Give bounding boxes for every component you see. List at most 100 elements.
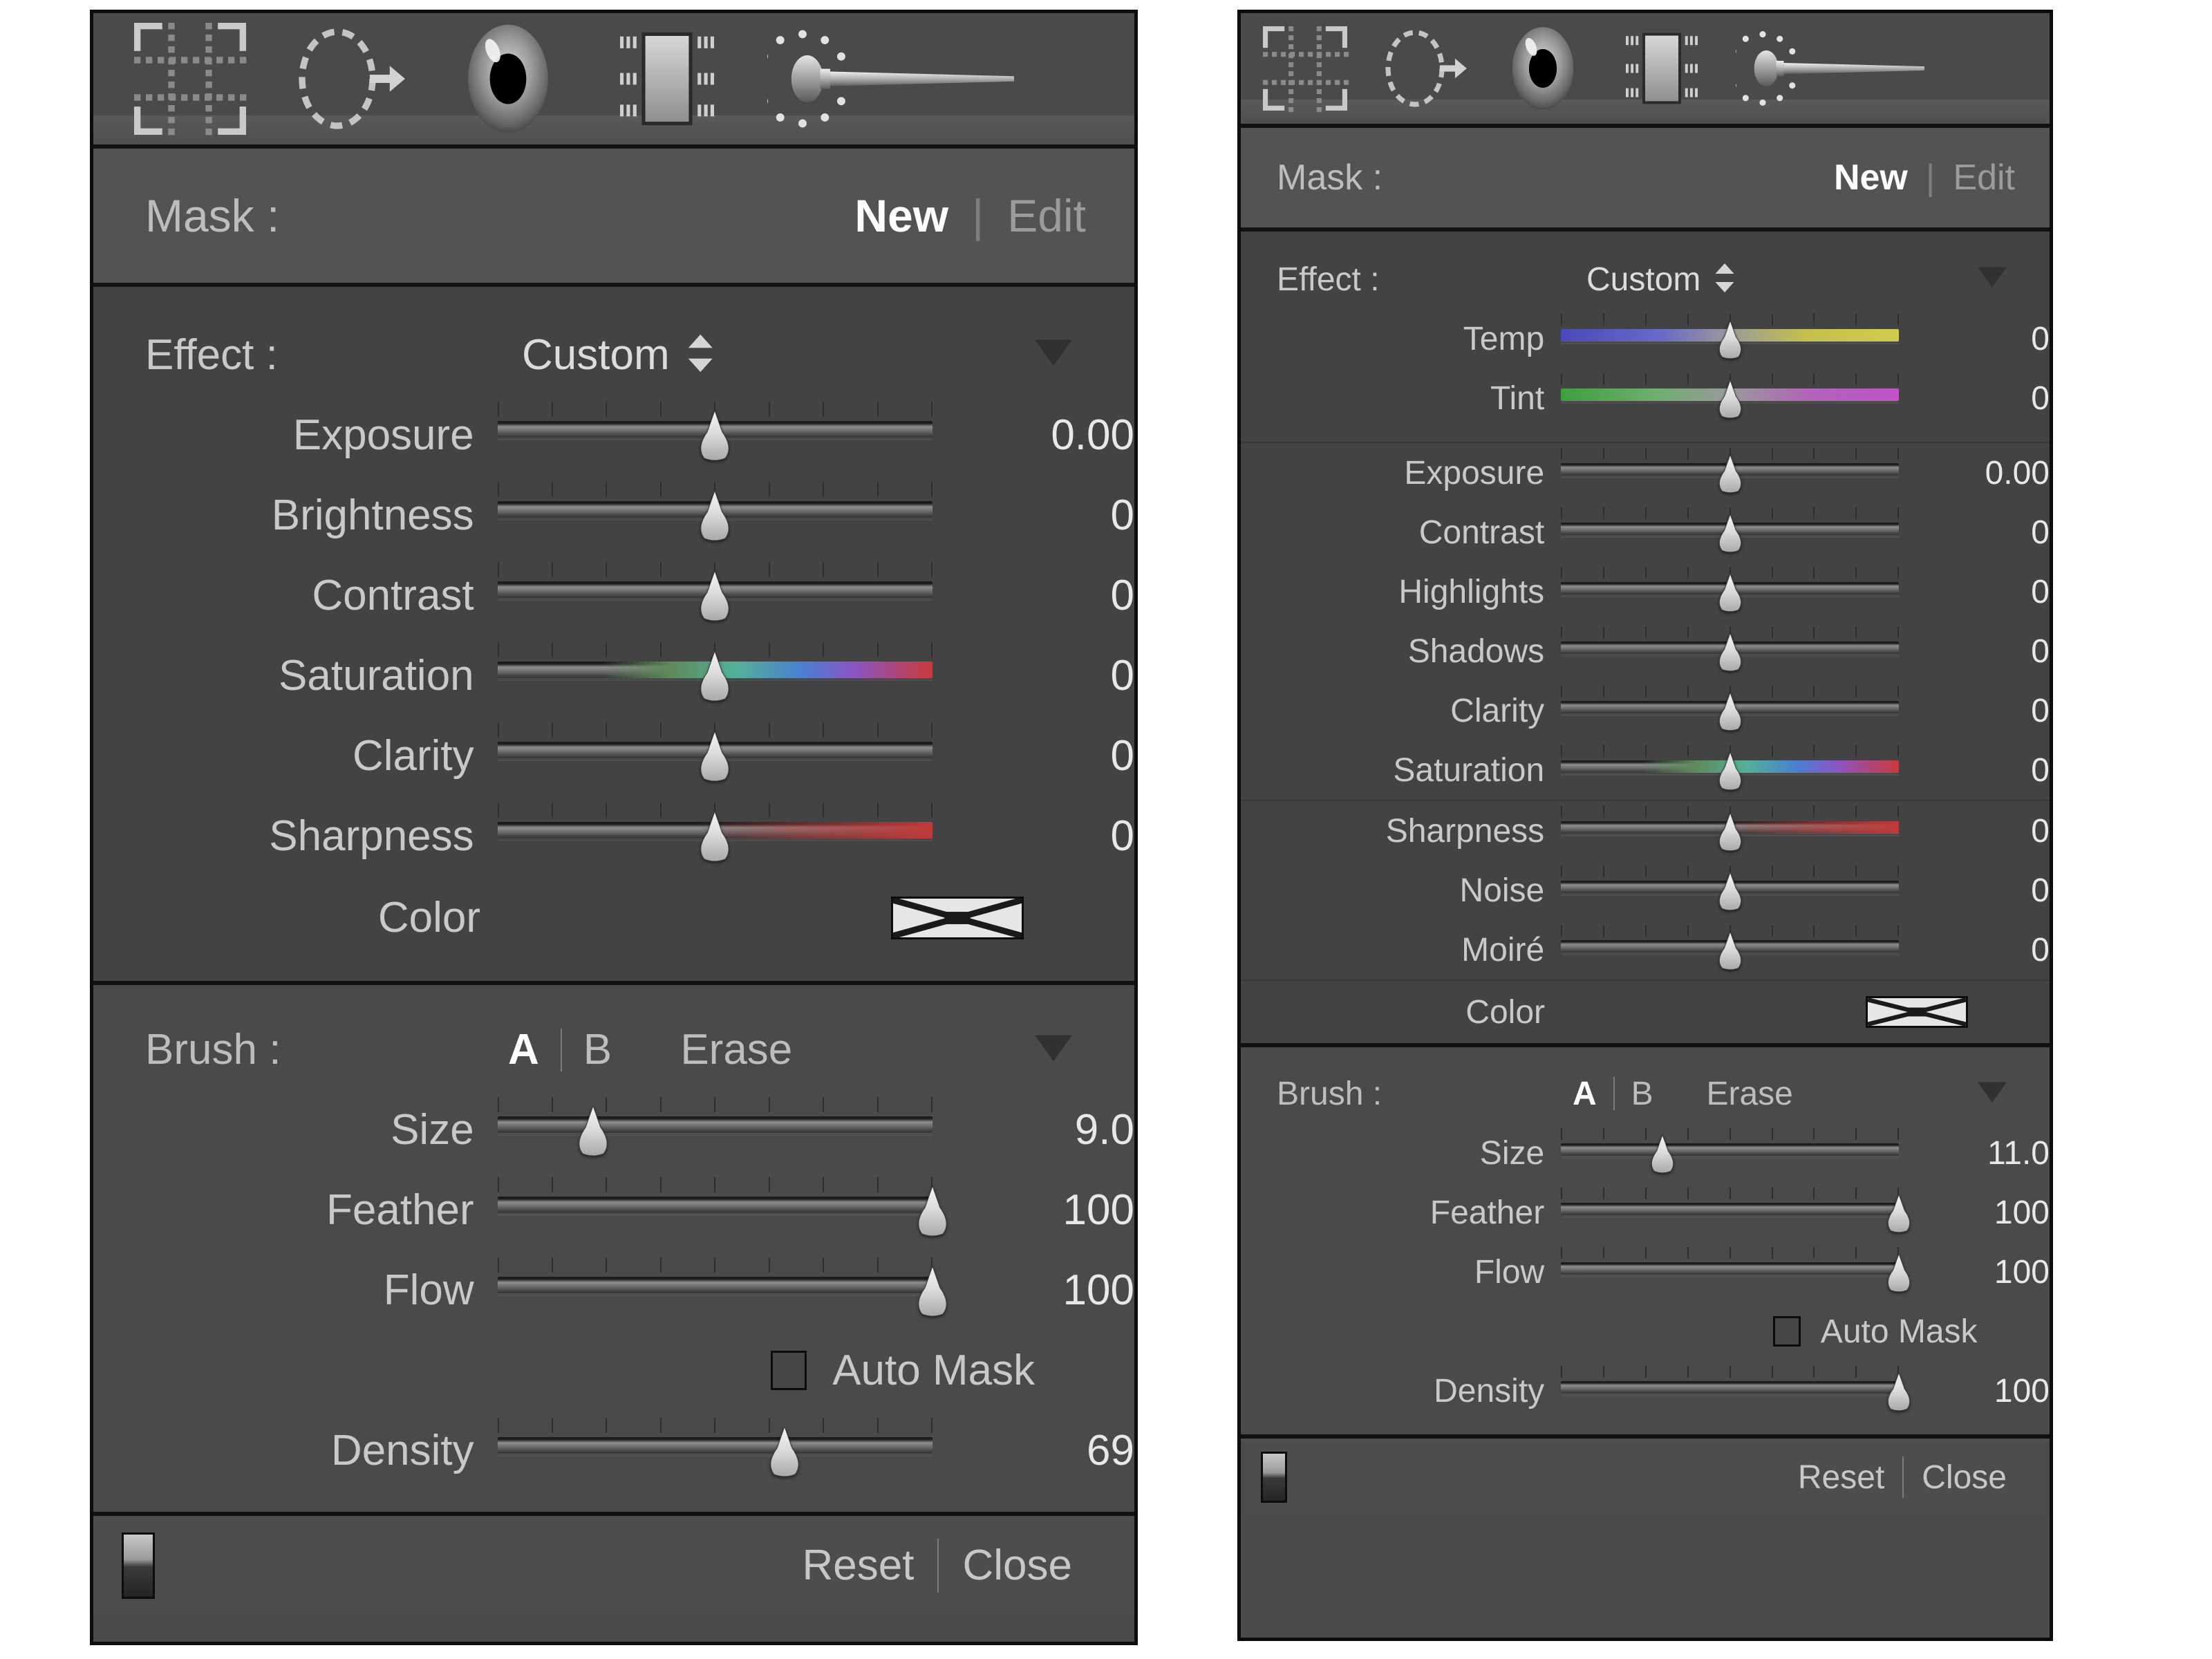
highlights-slider[interactable] bbox=[1561, 567, 1900, 617]
flow-slider-thumb[interactable] bbox=[914, 1265, 951, 1318]
slider-value[interactable]: 0 bbox=[1960, 514, 2050, 552]
exposure-slider-thumb[interactable] bbox=[696, 410, 733, 462]
no-color-x-swatch-icon[interactable] bbox=[891, 896, 1024, 939]
flow-slider[interactable] bbox=[497, 1257, 947, 1324]
feather-slider[interactable] bbox=[1561, 1188, 1911, 1237]
temp-slider-thumb[interactable] bbox=[1716, 320, 1745, 360]
slider-value[interactable]: 0 bbox=[1960, 812, 2050, 850]
close-button[interactable]: Close bbox=[962, 1541, 1072, 1590]
slider-value[interactable]: 0 bbox=[1960, 692, 2050, 730]
saturation-slider-thumb[interactable] bbox=[1716, 751, 1745, 791]
switch-toggle-icon[interactable] bbox=[122, 1532, 156, 1599]
clarity-slider-thumb[interactable] bbox=[696, 731, 733, 783]
feather-slider[interactable] bbox=[497, 1177, 947, 1244]
mask-new-button[interactable]: New bbox=[1834, 157, 1908, 198]
noise-slider[interactable] bbox=[1561, 865, 1900, 915]
temp-slider[interactable] bbox=[1561, 314, 1900, 364]
noise-slider-thumb[interactable] bbox=[1716, 872, 1745, 912]
tool-crop-overlay[interactable] bbox=[131, 20, 249, 138]
saturation-slider[interactable] bbox=[1561, 745, 1900, 795]
tool-spot-removal[interactable] bbox=[1379, 24, 1469, 113]
slider-value[interactable]: 0 bbox=[1012, 571, 1134, 620]
tool-graduated-filter[interactable] bbox=[1617, 24, 1707, 113]
mask-edit-button[interactable]: Edit bbox=[1953, 157, 2015, 198]
saturation-slider[interactable] bbox=[497, 642, 932, 709]
contrast-slider[interactable] bbox=[1561, 507, 1900, 557]
exposure-slider[interactable] bbox=[497, 402, 932, 468]
density-slider[interactable] bbox=[497, 1417, 932, 1484]
slider-value[interactable]: 0 bbox=[1012, 731, 1134, 780]
brush-preset-a-button[interactable]: A bbox=[1573, 1075, 1597, 1113]
clarity-slider[interactable] bbox=[1561, 686, 1900, 735]
shadows-slider[interactable] bbox=[1561, 626, 1900, 676]
slider-value[interactable]: 0 bbox=[1960, 931, 2050, 969]
up-down-stepper-icon[interactable] bbox=[1712, 261, 1737, 298]
tool-crop-overlay[interactable] bbox=[1260, 24, 1350, 113]
slider-value[interactable]: 0 bbox=[1960, 872, 2050, 910]
brush-erase-button[interactable]: Erase bbox=[1706, 1075, 1792, 1113]
tool-adjustment-brush[interactable] bbox=[767, 20, 1020, 138]
feather-slider-thumb[interactable] bbox=[1884, 1194, 1913, 1234]
brush-preset-b-button[interactable]: B bbox=[583, 1025, 612, 1074]
exposure-slider-thumb[interactable] bbox=[1716, 454, 1745, 494]
slider-value[interactable]: 0 bbox=[1012, 812, 1134, 861]
effect-disclosure-triangle-down-icon[interactable] bbox=[1035, 339, 1072, 370]
tool-graduated-filter[interactable] bbox=[608, 20, 726, 138]
slider-value[interactable]: 0.00 bbox=[1960, 454, 2050, 492]
tint-slider-thumb[interactable] bbox=[1716, 379, 1745, 420]
slider-value[interactable]: 100 bbox=[1960, 1372, 2050, 1410]
clarity-slider-thumb[interactable] bbox=[1716, 692, 1745, 732]
size-slider-thumb[interactable] bbox=[1648, 1134, 1677, 1174]
flow-slider-thumb[interactable] bbox=[1884, 1253, 1913, 1293]
tool-adjustment-brush[interactable] bbox=[1736, 24, 1929, 113]
density-slider[interactable] bbox=[1561, 1366, 1911, 1416]
brush-disclosure-triangle-down-icon[interactable] bbox=[1035, 1035, 1072, 1065]
moiré-slider[interactable] bbox=[1561, 925, 1900, 975]
brush-preset-b-button[interactable]: B bbox=[1631, 1075, 1653, 1113]
close-button[interactable]: Close bbox=[1922, 1459, 2007, 1497]
size-slider[interactable] bbox=[1561, 1128, 1900, 1178]
slider-value[interactable]: 0 bbox=[1960, 379, 2050, 418]
slider-value[interactable]: 0.00 bbox=[1012, 411, 1134, 460]
moiré-slider-thumb[interactable] bbox=[1716, 931, 1745, 971]
flow-slider[interactable] bbox=[1561, 1247, 1911, 1297]
slider-value[interactable]: 0 bbox=[1960, 751, 2050, 789]
effect-value[interactable]: Custom bbox=[1586, 261, 1737, 299]
tool-red-eye-correction[interactable] bbox=[449, 20, 567, 138]
brush-erase-button[interactable]: Erase bbox=[680, 1025, 792, 1074]
mask-edit-button[interactable]: Edit bbox=[1007, 189, 1086, 242]
no-color-x-swatch-icon[interactable] bbox=[1866, 996, 1968, 1029]
contrast-slider-thumb[interactable] bbox=[1716, 514, 1745, 554]
slider-value[interactable]: 69 bbox=[1012, 1426, 1134, 1475]
sharpness-slider[interactable] bbox=[497, 803, 932, 869]
switch-toggle-icon[interactable] bbox=[1260, 1452, 1287, 1503]
size-slider[interactable] bbox=[497, 1096, 932, 1163]
brush-preset-a-button[interactable]: A bbox=[508, 1025, 539, 1074]
brightness-slider-thumb[interactable] bbox=[696, 490, 733, 543]
auto-mask-checkbox[interactable] bbox=[1773, 1316, 1801, 1347]
highlights-slider-thumb[interactable] bbox=[1716, 573, 1745, 613]
brush-disclosure-triangle-down-icon[interactable] bbox=[1978, 1082, 2007, 1106]
slider-value[interactable]: 9.0 bbox=[1012, 1105, 1134, 1154]
exposure-slider[interactable] bbox=[1561, 448, 1900, 498]
slider-value[interactable]: 100 bbox=[1960, 1253, 2050, 1291]
density-slider-thumb[interactable] bbox=[766, 1425, 803, 1479]
sharpness-slider[interactable] bbox=[1561, 806, 1900, 856]
slider-value[interactable]: 0 bbox=[1960, 573, 2050, 611]
feather-slider-thumb[interactable] bbox=[914, 1185, 951, 1238]
effect-value[interactable]: Custom bbox=[522, 330, 717, 379]
tool-spot-removal[interactable] bbox=[290, 20, 408, 138]
shadows-slider-thumb[interactable] bbox=[1716, 632, 1745, 673]
slider-value[interactable]: 0 bbox=[1012, 651, 1134, 700]
density-slider-thumb[interactable] bbox=[1884, 1372, 1913, 1412]
slider-value[interactable]: 100 bbox=[1012, 1185, 1134, 1235]
effect-disclosure-triangle-down-icon[interactable] bbox=[1978, 267, 2007, 291]
reset-button[interactable]: Reset bbox=[1798, 1459, 1884, 1497]
contrast-slider-thumb[interactable] bbox=[696, 570, 733, 623]
tool-red-eye-correction[interactable] bbox=[1498, 24, 1588, 113]
up-down-stepper-icon[interactable] bbox=[684, 332, 717, 378]
auto-mask-checkbox[interactable] bbox=[771, 1351, 807, 1391]
saturation-slider-thumb[interactable] bbox=[696, 650, 733, 703]
tint-slider[interactable] bbox=[1561, 373, 1900, 423]
slider-value[interactable]: 0 bbox=[1960, 320, 2050, 358]
